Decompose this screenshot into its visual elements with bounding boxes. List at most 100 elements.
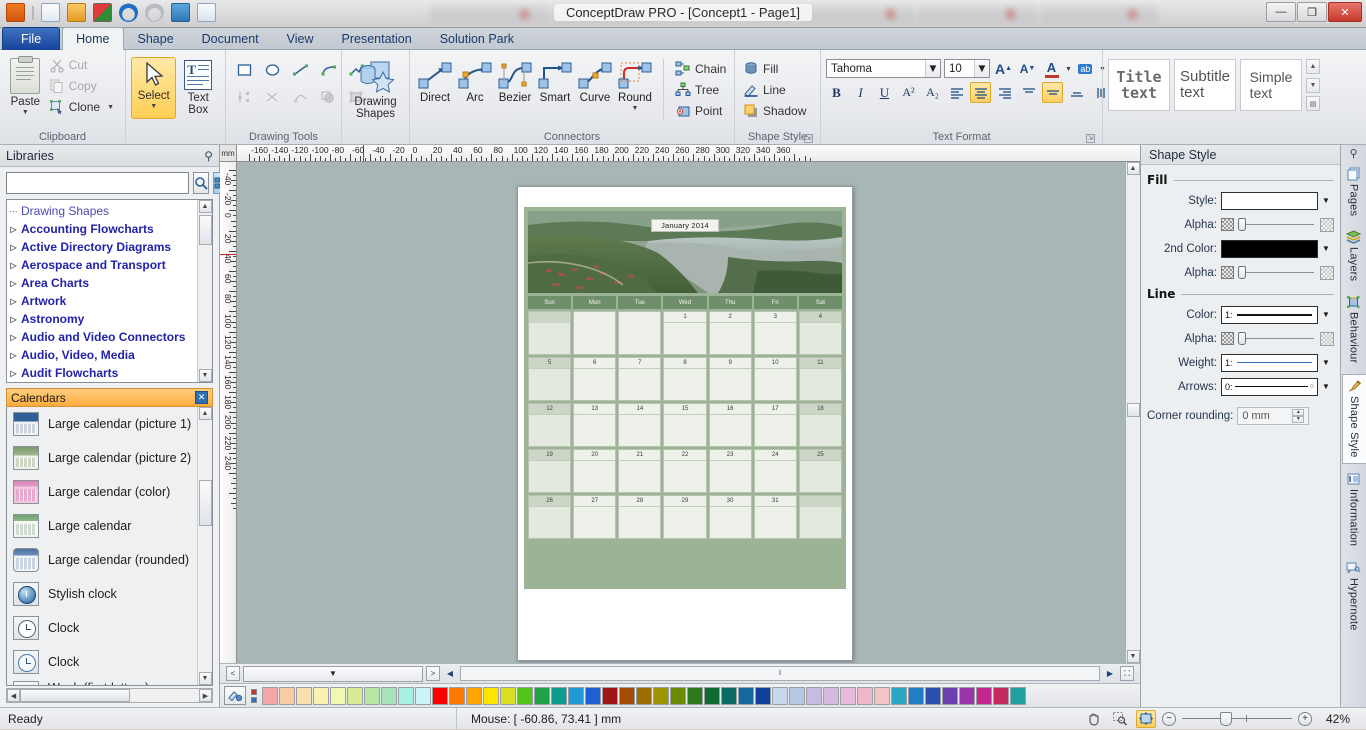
scroll-right-icon[interactable]: ▶ [1103, 666, 1117, 681]
color-swatch[interactable] [857, 686, 873, 705]
color-swatch[interactable] [874, 686, 890, 705]
tree-item-drawing-shapes[interactable]: ⋯ Drawing Shapes [9, 202, 197, 220]
page-tab-dropdown[interactable]: ▼ [243, 665, 423, 682]
color-swatch[interactable] [398, 686, 414, 705]
calendar-day-cell[interactable] [618, 311, 662, 355]
scroll-thumb[interactable] [1126, 403, 1140, 417]
scroll-thumb[interactable] [198, 480, 212, 526]
list-item[interactable]: Week (first letters) [7, 679, 197, 685]
calendar-day-cell[interactable]: 2 [708, 311, 752, 355]
calendar-day-cell[interactable]: 6 [573, 357, 617, 401]
color-swatch[interactable] [908, 686, 924, 705]
color-swatch[interactable] [500, 686, 516, 705]
chevron-down-icon[interactable]: ▼ [1318, 378, 1334, 396]
chevron-down-icon[interactable]: ▼ [925, 60, 940, 77]
paste-button[interactable]: Paste ▼ [5, 55, 46, 119]
chevron-down-icon[interactable]: ▼ [1318, 306, 1334, 324]
undo-icon[interactable] [119, 3, 138, 22]
tab-presentation[interactable]: Presentation [328, 27, 426, 50]
style-subtitle-text[interactable]: Subtitle text [1174, 59, 1236, 111]
zoom-region-icon[interactable] [1110, 710, 1130, 728]
calendar-day-cell[interactable]: 7 [618, 357, 662, 401]
tab-view[interactable]: View [273, 27, 328, 50]
new-document-icon[interactable] [41, 3, 60, 22]
status-zoom-tools[interactable]: − + 42% [1076, 709, 1366, 728]
stepper-down-icon[interactable]: ▼ [1292, 415, 1305, 423]
drawing-shapes-button[interactable]: Drawing Shapes [347, 57, 404, 123]
line-arrows-value[interactable]: 0: ○ [1221, 377, 1318, 396]
chevron-right-icon[interactable]: ▷ [9, 243, 18, 252]
calendar-day-cell[interactable]: 22 [663, 449, 707, 493]
scroll-down-icon[interactable]: ▼ [1126, 650, 1140, 663]
color-swatch[interactable] [653, 686, 669, 705]
tree-item-accounting-flowcharts[interactable]: ▷ Accounting Flowcharts [9, 220, 197, 238]
calendars-library-hscrollbar[interactable]: ◀ ▶ [6, 688, 213, 703]
color-swatch[interactable] [466, 686, 482, 705]
ribbon-tab-bar[interactable]: File Home Shape Document View Presentati… [0, 27, 1366, 50]
style-title-text[interactable]: Title text [1108, 59, 1170, 111]
libraries-tree-scrollbar[interactable]: ▲ ▼ [197, 200, 212, 382]
align-center-button[interactable] [970, 82, 991, 103]
align-bottom-button[interactable] [1066, 82, 1087, 103]
connector-round-button[interactable]: Round ▼ [615, 59, 655, 112]
vertical-ruler[interactable]: -40 -20 0 20 40 60 80 100 120 140 160 180 200 220 240 [220, 162, 237, 663]
subscript-button[interactable]: A₂ [922, 82, 943, 103]
list-item[interactable]: Stylish clock [7, 577, 197, 611]
font-color-button[interactable]: A [1041, 58, 1062, 79]
calendars-library-header[interactable]: Calendars ✕ [6, 388, 213, 407]
line-tool-icon[interactable] [287, 58, 313, 82]
chevron-down-icon[interactable]: ▼ [22, 109, 29, 116]
color-swatch[interactable] [381, 686, 397, 705]
tree-item-astronomy[interactable]: ▷ Astronomy [9, 310, 197, 328]
text-format-dialog-launcher[interactable]: ⇲ [1086, 134, 1095, 143]
tab-document[interactable]: Document [188, 27, 273, 50]
tab-shape[interactable]: Shape [124, 27, 188, 50]
styles-scroll-down-icon[interactable]: ▼ [1306, 77, 1320, 93]
fill-style-value[interactable] [1221, 191, 1318, 210]
styles-scroll-up-icon[interactable]: ▲ [1306, 59, 1320, 74]
color-swatch[interactable] [772, 686, 788, 705]
calendar-day-cell[interactable]: 8 [663, 357, 707, 401]
scroll-right-icon[interactable]: ▶ [199, 689, 212, 702]
color-swatch[interactable] [704, 686, 720, 705]
color-swatch[interactable] [347, 686, 363, 705]
connector-direct-button[interactable]: Direct [415, 59, 455, 104]
scroll-down-icon[interactable]: ▼ [198, 672, 212, 685]
close-button[interactable]: ✕ [1328, 2, 1362, 22]
line-alpha-slider[interactable] [1238, 332, 1316, 345]
chevron-down-icon[interactable]: ▼ [1318, 240, 1334, 258]
calendar-shape[interactable]: January 2014 Sun Mon Tue Wed Thu Fri Sat [524, 207, 846, 589]
color-swatch[interactable] [976, 686, 992, 705]
vtab-layers[interactable]: Layers [1342, 226, 1366, 287]
calendar-day-cell[interactable]: 4 [798, 311, 842, 355]
grow-font-button[interactable]: A ▲ [993, 58, 1014, 79]
color-swatch[interactable] [636, 686, 652, 705]
redo-icon[interactable] [145, 3, 164, 22]
print-preview-icon[interactable] [197, 3, 216, 22]
color-swatch[interactable] [279, 686, 295, 705]
list-item[interactable]: Large calendar [7, 509, 197, 543]
ellipse-tool-icon[interactable] [259, 58, 285, 82]
shadow-button[interactable]: Shadow [740, 101, 812, 121]
align-left-button[interactable] [946, 82, 967, 103]
color-swatch[interactable] [262, 686, 278, 705]
tree-item-active-directory-diagrams[interactable]: ▷ Active Directory Diagrams [9, 238, 197, 256]
palette-swatch-row[interactable] [262, 686, 1027, 705]
canvas-vertical-scrollbar[interactable]: ▲ ▼ [1125, 162, 1140, 663]
chevron-right-icon[interactable]: ▷ [9, 369, 18, 378]
color-palette[interactable] [220, 683, 1140, 707]
color-swatch[interactable] [959, 686, 975, 705]
tree-item-aerospace-and-transport[interactable]: ▷ Aerospace and Transport [9, 256, 197, 274]
color-swatch[interactable] [296, 686, 312, 705]
calendar-day-cell[interactable]: 10 [753, 357, 797, 401]
font-size-combo[interactable]: 10 ▼ [944, 59, 990, 78]
zoom-in-button[interactable]: + [1298, 711, 1312, 726]
calendar-day-cell[interactable]: 31 [753, 495, 797, 539]
right-tab-strip[interactable]: ⚲ Pages Layers Behaviour Shape Style Inf… [1340, 145, 1366, 707]
chevron-down-icon[interactable]: ▼ [632, 105, 639, 112]
align-top-button[interactable] [1018, 82, 1039, 103]
styles-expand-icon[interactable]: ▤ [1306, 96, 1320, 111]
calendar-day-cell[interactable]: 9 [708, 357, 752, 401]
color-swatch[interactable] [551, 686, 567, 705]
minimize-button[interactable]: — [1266, 2, 1296, 22]
